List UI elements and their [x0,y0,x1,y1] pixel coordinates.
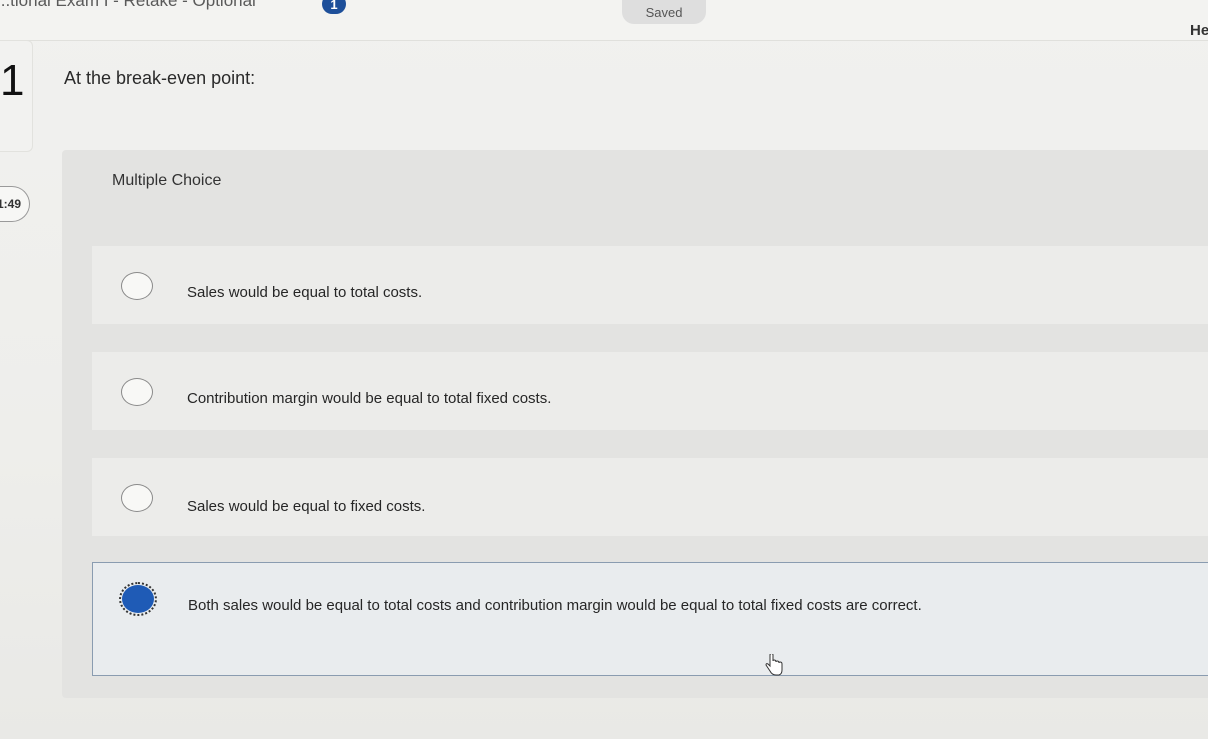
info-badge-icon[interactable]: 1 [322,0,346,14]
top-bar: ...tional Exam I - Retake - Optional 1 S… [0,0,1208,41]
radio-button[interactable] [121,484,153,512]
answer-option-label: Sales would be equal to fixed costs. [187,498,426,515]
help-link[interactable]: He [1190,22,1208,39]
answer-option-label: Sales would be equal to total costs. [187,284,423,301]
answer-option[interactable]: Contribution margin would be equal to to… [92,352,1208,430]
answer-option[interactable]: Sales would be equal to total costs. [92,246,1208,324]
question-prompt: At the break-even point: [64,68,256,88]
saved-status: Saved [622,0,706,24]
question-number: 1 [0,56,25,105]
answer-option-selected[interactable]: Both sales would be equal to total costs… [92,562,1208,676]
answer-option-label: Both sales would be equal to total costs… [188,597,922,614]
question-type-label: Multiple Choice [112,172,222,189]
answer-option[interactable]: Sales would be equal to fixed costs. [92,458,1208,536]
exam-title: ...tional Exam I - Retake - Optional [0,0,256,10]
timer: 1:49 [0,186,30,222]
radio-button[interactable] [121,272,153,300]
radio-button[interactable] [121,378,153,406]
hand-pointer-icon [765,654,783,676]
answer-option-label: Contribution margin would be equal to to… [187,390,552,407]
radio-button-selected[interactable] [119,582,157,616]
